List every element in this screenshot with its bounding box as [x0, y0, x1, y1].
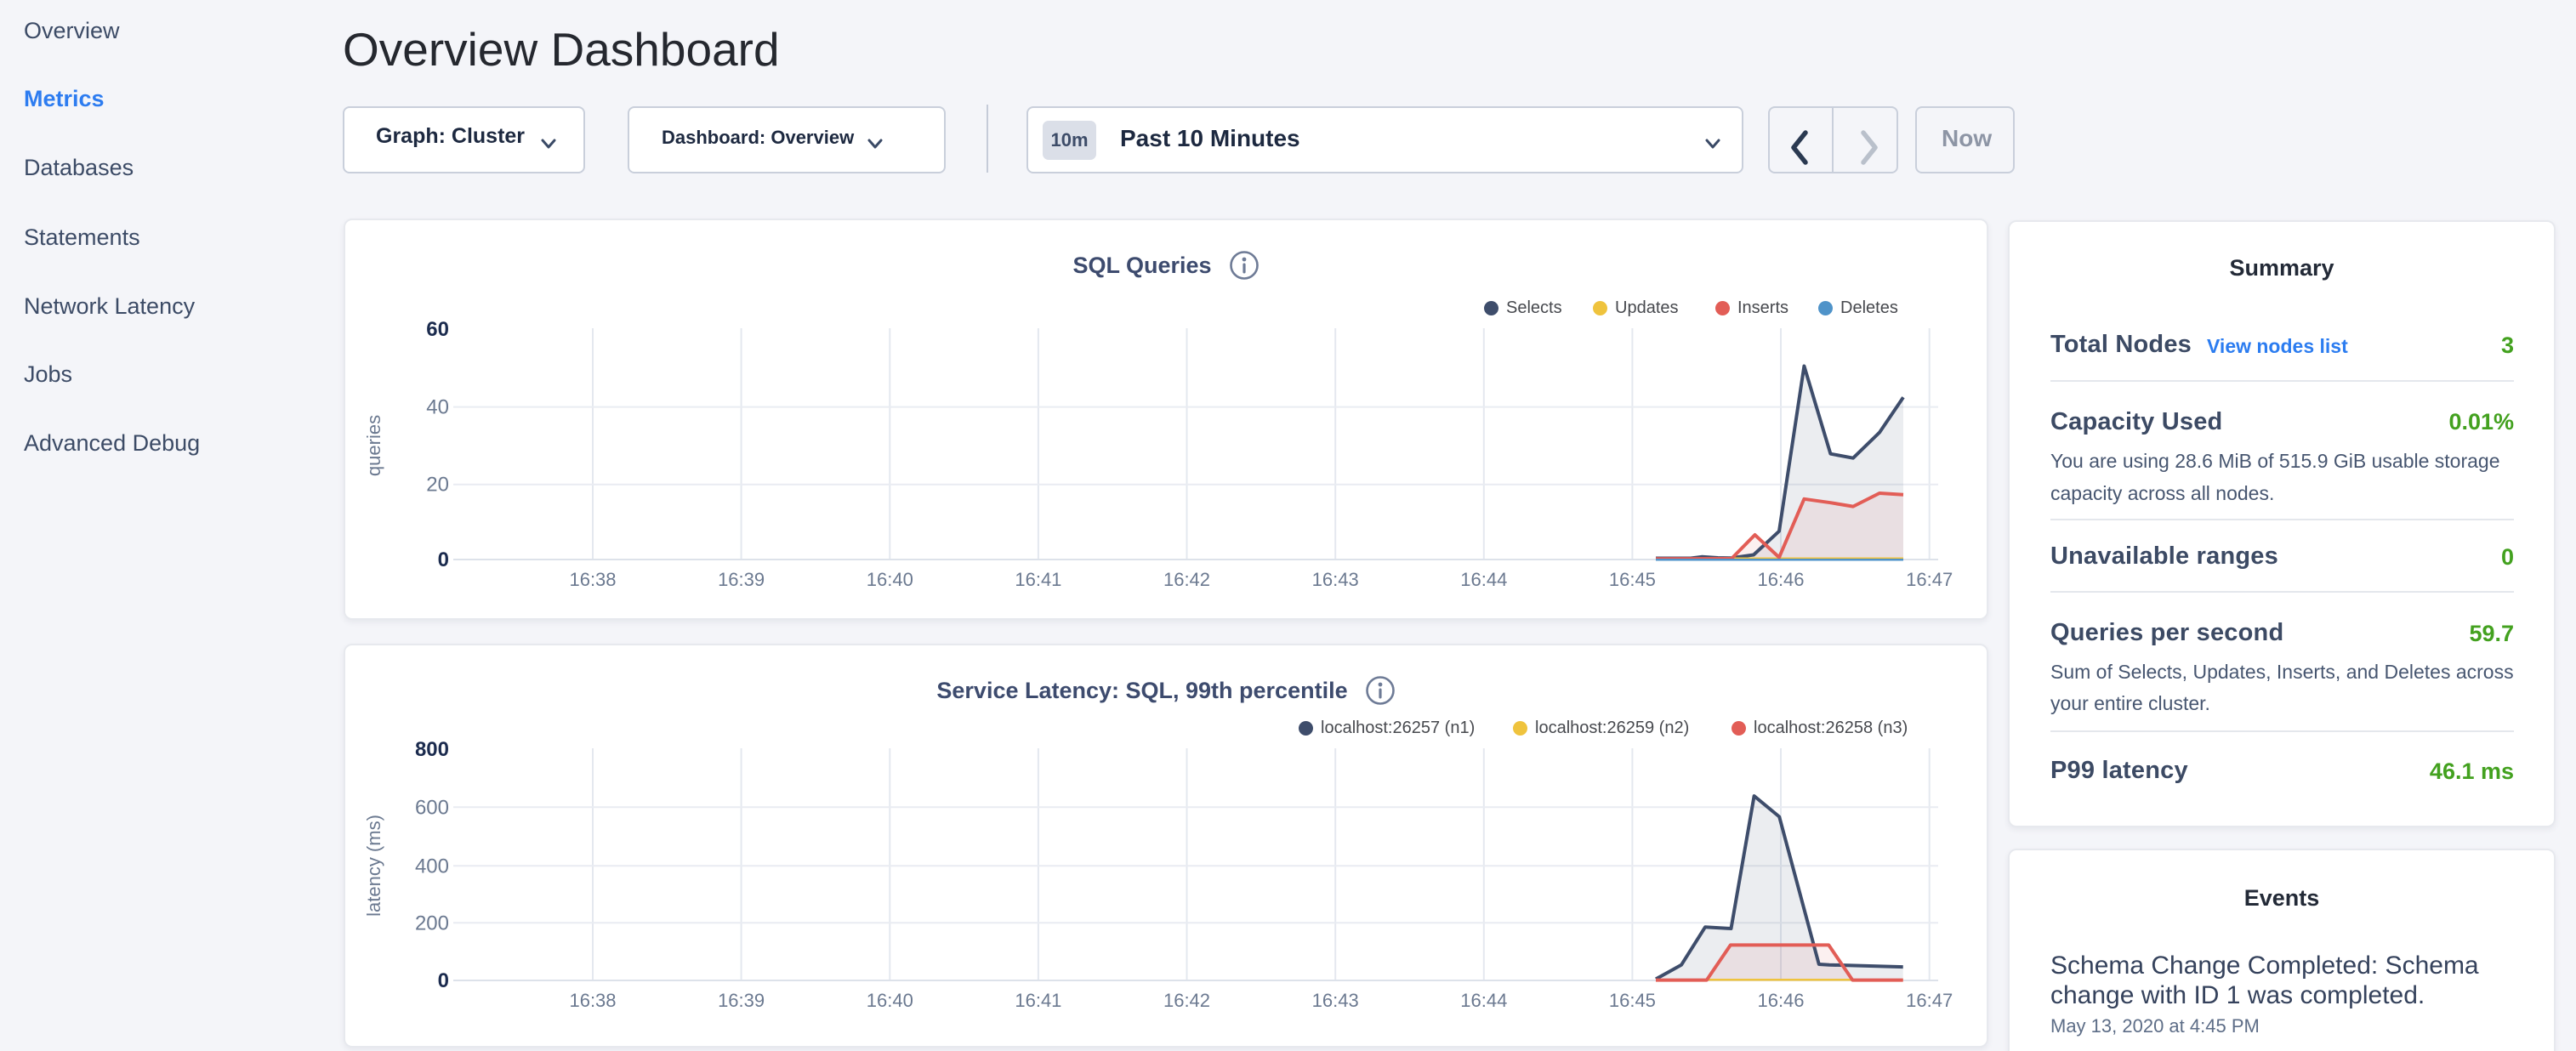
svg-text:16:42: 16:42 — [1163, 990, 1210, 1011]
svg-text:16:44: 16:44 — [1460, 569, 1507, 590]
svg-text:16:46: 16:46 — [1757, 569, 1804, 590]
svg-text:600: 600 — [415, 796, 449, 819]
svg-text:16:47: 16:47 — [1906, 569, 1953, 590]
svg-text:16:43: 16:43 — [1312, 990, 1359, 1011]
svg-text:0: 0 — [438, 548, 449, 571]
svg-text:16:45: 16:45 — [1609, 569, 1656, 590]
svg-text:20: 20 — [426, 474, 449, 497]
svg-text:16:39: 16:39 — [718, 990, 765, 1011]
svg-text:0: 0 — [438, 969, 449, 992]
svg-text:16:38: 16:38 — [569, 990, 616, 1011]
svg-text:40: 40 — [426, 396, 449, 419]
svg-text:16:41: 16:41 — [1015, 990, 1061, 1011]
svg-text:60: 60 — [426, 318, 449, 341]
svg-text:800: 800 — [415, 738, 449, 761]
svg-text:200: 200 — [415, 912, 449, 935]
svg-text:queries: queries — [363, 415, 384, 476]
svg-text:16:41: 16:41 — [1015, 569, 1061, 590]
svg-text:16:46: 16:46 — [1757, 990, 1804, 1011]
svg-text:16:44: 16:44 — [1460, 990, 1507, 1011]
svg-text:16:39: 16:39 — [718, 569, 765, 590]
svg-text:latency (ms): latency (ms) — [363, 815, 384, 917]
svg-text:16:45: 16:45 — [1609, 990, 1656, 1011]
svg-text:16:38: 16:38 — [569, 569, 616, 590]
svg-text:16:47: 16:47 — [1906, 990, 1953, 1011]
svg-text:16:40: 16:40 — [867, 990, 913, 1011]
svg-text:16:43: 16:43 — [1312, 569, 1359, 590]
svg-text:16:42: 16:42 — [1163, 569, 1210, 590]
svg-text:400: 400 — [415, 855, 449, 878]
svg-text:16:40: 16:40 — [867, 569, 913, 590]
